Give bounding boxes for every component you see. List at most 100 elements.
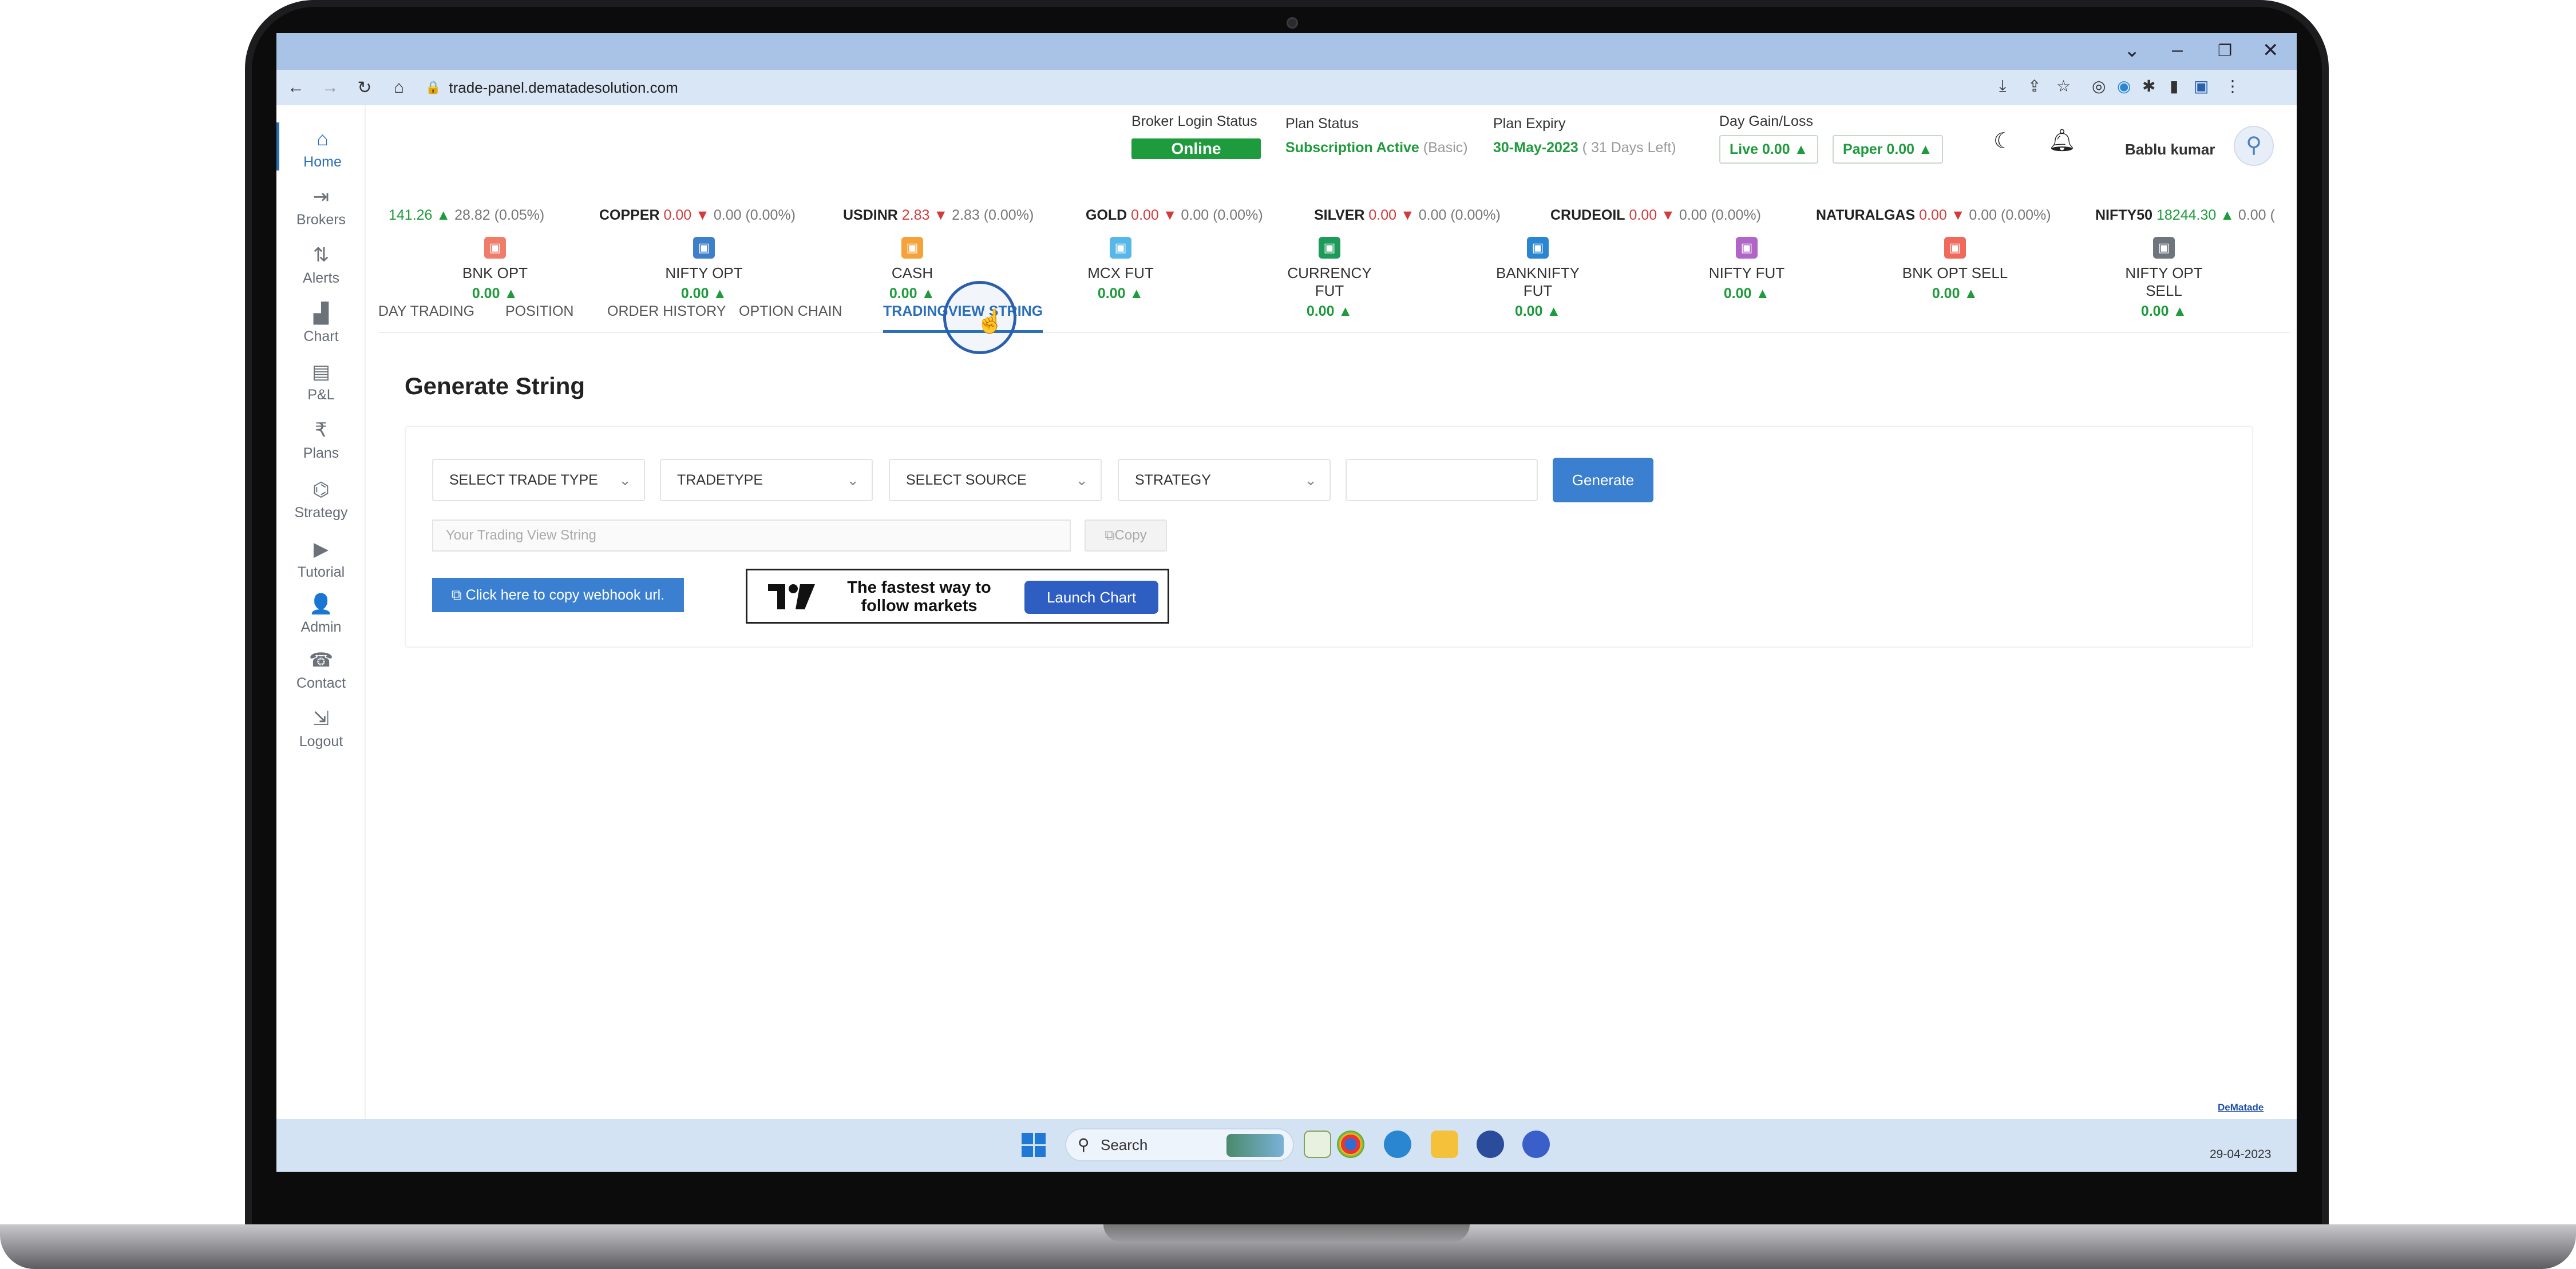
taskbar-app-icon[interactable]	[1522, 1131, 1550, 1158]
bookmark-star-icon[interactable]: ☆	[2056, 77, 2071, 96]
caret-up-icon: ▲	[2220, 207, 2234, 223]
dark-mode-moon-icon[interactable]: ☾	[1993, 128, 2013, 154]
ticker-name: COPPER	[599, 207, 660, 223]
restore-icon[interactable]: ❐	[2218, 41, 2232, 60]
ticker-price: 18244.30	[2156, 207, 2217, 223]
segment-card[interactable]: ▣ BNK OPT SELL 0.00 ▲	[1898, 237, 2012, 302]
plan-status-label: Plan Status	[1285, 116, 1359, 132]
install-icon[interactable]: ⤓	[1999, 77, 2006, 96]
caret-down-icon: ▼	[695, 207, 710, 223]
sidebar-item-plans[interactable]: ₹ Plans	[276, 419, 366, 462]
tradetype-select[interactable]: TRADETYPE ⌄	[660, 459, 873, 501]
sidebar-item-label: Plans	[303, 445, 339, 461]
url-field[interactable]: 🔒 trade-panel.dematadesolution.com	[425, 79, 678, 97]
menu-dots-icon[interactable]: ⋮	[2225, 77, 2241, 96]
sidebar-item-contact[interactable]: ☎ Contact	[276, 649, 366, 692]
generate-button[interactable]: Generate	[1553, 458, 1653, 502]
paper-gain-pill[interactable]: Paper 0.00 ▲	[1833, 135, 1943, 164]
skype-icon[interactable]	[1384, 1131, 1411, 1158]
expiry-date-text: 30-May-2023	[1493, 140, 1578, 156]
plan-expiry-label: Plan Expiry	[1493, 116, 1566, 132]
ticker-item: COPPER 0.00 ▼ 0.00 (0.00%)	[599, 207, 796, 224]
segment-card[interactable]: ▣ MCX FUT 0.00 ▲	[1063, 237, 1178, 302]
puzzle-icon[interactable]: ✱	[2142, 77, 2155, 96]
sidebar-item-strategy[interactable]: ⌬ Strategy	[276, 478, 366, 521]
segment-name: MCX FUT	[1087, 264, 1154, 281]
launch-chart-button[interactable]: Launch Chart	[1024, 581, 1158, 614]
forward-icon[interactable]: →	[315, 78, 345, 97]
segment-card[interactable]: ▣ NIFTY FUT 0.00 ▲	[1689, 237, 1804, 302]
chrome-icon[interactable]	[1337, 1131, 1364, 1158]
profile-ext-icon[interactable]: ▣	[2194, 77, 2209, 96]
sidebar-item-tutorial[interactable]: ▶ Tutorial	[276, 538, 366, 581]
laptop-notch	[1103, 1224, 1470, 1242]
windows-start-icon[interactable]	[1022, 1133, 1046, 1157]
tab-order-history[interactable]: ORDER HISTORY	[607, 299, 726, 333]
tab-list-icon[interactable]: ⌄	[2124, 39, 2140, 62]
tab-day-trading[interactable]: DAY TRADING	[378, 299, 474, 333]
taskbar-app-icon[interactable]	[1477, 1131, 1504, 1158]
page-title: Generate String	[405, 372, 585, 399]
minimize-icon[interactable]: –	[2172, 39, 2183, 61]
live-gain-pill[interactable]: Live 0.00 ▲	[1719, 135, 1819, 164]
address-bar: ← → ↻ ⌂ 🔒 trade-panel.dematadesolution.c…	[276, 70, 2297, 105]
reload-icon[interactable]: ↻	[350, 78, 379, 98]
copy-button[interactable]: ⧉Copy	[1085, 520, 1167, 552]
extension-blue-icon[interactable]: ◉	[2117, 77, 2131, 96]
segment-name: BNK OPT SELL	[1902, 264, 2008, 281]
avatar[interactable]: ⚲	[2234, 126, 2274, 166]
file-explorer-icon[interactable]	[1431, 1131, 1458, 1158]
ticker-item: NIFTY50 18244.30 ▲ 0.00 (	[2095, 207, 2275, 224]
quantity-input[interactable]	[1346, 459, 1538, 501]
taskbar-app-icon[interactable]	[1304, 1131, 1331, 1158]
strategy-select[interactable]: STRATEGY ⌄	[1118, 459, 1331, 501]
phone-icon: ☎	[308, 649, 334, 671]
tab-position[interactable]: POSITION	[505, 299, 573, 333]
sidebar-item-home[interactable]: ⌂ Home	[276, 122, 366, 170]
copy-webhook-button[interactable]: ⧉ Click here to copy webhook url.	[432, 578, 684, 612]
close-icon[interactable]: ✕	[2262, 39, 2279, 62]
caret-down-icon: ▼	[1162, 207, 1177, 223]
segment-icon: ▣	[2153, 237, 2175, 259]
arrows-icon: ⇅	[312, 244, 330, 266]
sidebar-item-brokers[interactable]: ⇥ Brokers	[276, 185, 366, 228]
segment-card[interactable]: ▣ BNK OPT 0.00 ▲	[438, 237, 552, 302]
segment-icon: ▣	[484, 237, 506, 259]
caret-up-icon: ▲	[436, 207, 451, 223]
browser-titlebar: ⌄ – ❐ ✕	[276, 33, 2297, 70]
segment-icon: ▣	[1319, 237, 1340, 259]
screen: ⌄ – ❐ ✕ ← → ↻ ⌂ 🔒 trade-panel.dematadeso…	[276, 33, 2297, 1172]
ticker-name: SILVER	[1314, 207, 1365, 223]
sidepanel-icon[interactable]: ▮	[2170, 77, 2178, 96]
bell-icon[interactable]: 🔔︎	[2048, 128, 2076, 153]
extension-icon[interactable]: ◎	[2092, 77, 2106, 96]
segment-name: NIFTY OPT	[665, 264, 743, 281]
play-icon: ▶	[313, 538, 329, 560]
back-icon[interactable]: ←	[281, 78, 311, 97]
plan-expiry-value: 30-May-2023 ( 31 Days Left)	[1493, 140, 1676, 156]
tradingview-string-input[interactable]: Your Trading View String	[432, 520, 1071, 552]
segment-card[interactable]: ▣ NIFTY OPT 0.00 ▲	[647, 237, 761, 302]
caret-down-icon: ▼	[1400, 207, 1415, 223]
sidebar-item-logout[interactable]: ⇲ Logout	[276, 707, 366, 750]
sidebar-item-admin[interactable]: 👤 Admin	[276, 593, 366, 636]
trade-type-select[interactable]: SELECT TRADE TYPE ⌄	[432, 459, 645, 501]
sidebar-item-pnl[interactable]: ▤ P&L	[276, 360, 366, 403]
sidebar-item-label: Logout	[299, 733, 343, 749]
segment-icon: ▣	[1527, 237, 1549, 259]
tab-option-chain[interactable]: OPTION CHAIN	[739, 299, 842, 333]
ticker-name: NATURALGAS	[1816, 207, 1916, 223]
hand-cursor-icon: ☝	[976, 309, 1004, 334]
sidebar-item-chart[interactable]: ▟ Chart	[276, 302, 366, 345]
source-select[interactable]: SELECT SOURCE ⌄	[889, 459, 1102, 501]
taskbar-search[interactable]: ⚲ Search	[1065, 1128, 1294, 1161]
sidebar-item-label: Tutorial	[297, 564, 345, 580]
share-icon[interactable]: ⇪	[2028, 77, 2041, 96]
user-icon: 👤	[308, 593, 334, 615]
ticker-item: 141.26 ▲ 28.82 (0.05%)	[389, 207, 544, 224]
laptop-mockup: ⌄ – ❐ ✕ ← → ↻ ⌂ 🔒 trade-panel.dematadeso…	[0, 0, 2576, 1269]
sidebar-item-alerts[interactable]: ⇅ Alerts	[276, 244, 366, 287]
chevron-down-icon: ⌄	[1075, 471, 1088, 489]
home-browser-icon[interactable]: ⌂	[384, 78, 414, 97]
ticker-change: 28.82 (0.05%)	[454, 207, 545, 223]
